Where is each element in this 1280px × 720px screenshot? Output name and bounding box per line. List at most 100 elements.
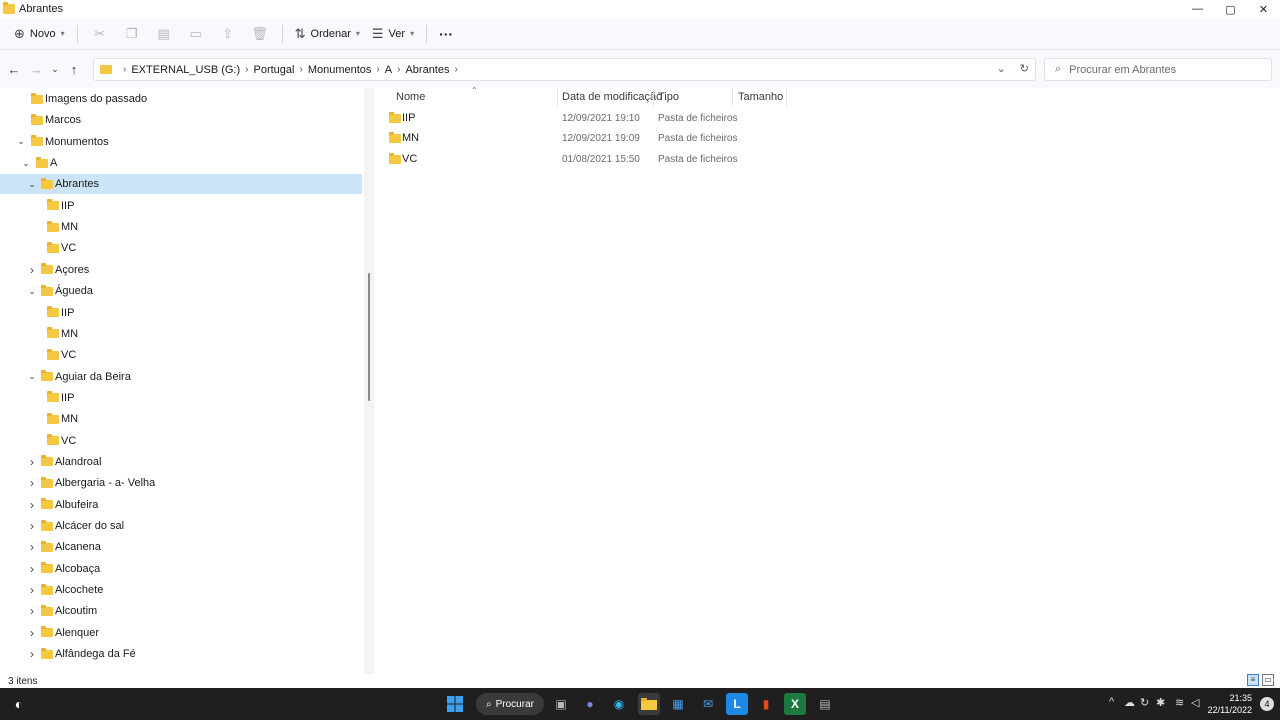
view-button[interactable]: ☰ Ver ▾ [366, 22, 420, 46]
office-icon[interactable]: ▮ [755, 693, 777, 715]
store-icon[interactable]: ▦ [667, 693, 689, 715]
chevron-down-icon[interactable]: ⌄ [997, 62, 1006, 75]
column-header-type[interactable]: Tipo [658, 88, 679, 106]
close-button[interactable]: ✕ [1247, 0, 1280, 18]
clock[interactable]: 21:35 22/11/2022 [1208, 692, 1252, 716]
rename-icon[interactable]: ▭ [180, 22, 212, 46]
paste-icon[interactable]: ▤ [148, 22, 180, 46]
chevron-right-icon[interactable]: › [27, 455, 37, 469]
chevron-down-icon[interactable]: ⌄ [27, 371, 37, 382]
start-icon[interactable] [444, 693, 466, 715]
tree-item[interactable]: › Açores [0, 260, 362, 280]
address-bar[interactable]: › EXTERNAL_USB (G:) › Portugal › Monumen… [93, 58, 1036, 81]
excel-icon[interactable]: X [784, 693, 806, 715]
breadcrumb-portugal[interactable]: Portugal [254, 64, 295, 76]
mail-icon[interactable]: ✉ [697, 693, 719, 715]
teams-icon[interactable]: ● [579, 693, 601, 715]
app-l-icon[interactable]: L [726, 693, 748, 715]
maximize-button[interactable]: ▢ [1214, 0, 1247, 18]
up-arrow-icon[interactable]: ↑ [63, 62, 85, 77]
tree-item[interactable]: › Albergaria - a- Velha [0, 473, 362, 493]
edge-icon[interactable]: ◉ [608, 693, 630, 715]
details-view-icon[interactable]: ≡ [1247, 674, 1259, 686]
tree-item[interactable]: MN [0, 324, 362, 344]
search-box[interactable]: ⌕ Procurar em Abrantes [1044, 58, 1272, 81]
chevron-right-icon[interactable]: › [245, 64, 248, 75]
tree-item[interactable]: MN [0, 217, 362, 237]
tree-item[interactable]: › Alcoutim [0, 601, 362, 621]
chevron-right-icon[interactable]: › [27, 626, 37, 640]
chevron-down-icon[interactable]: ⌄ [21, 158, 31, 169]
navigation-pane-scrollbar[interactable] [364, 88, 374, 674]
chevron-right-icon[interactable]: › [397, 64, 400, 75]
tree-item[interactable]: ⌄ Abrantes [0, 174, 362, 195]
column-divider[interactable] [653, 88, 654, 106]
tree-item[interactable]: IIP [0, 196, 362, 216]
tree-item[interactable]: MN [0, 409, 362, 429]
tree-item[interactable]: ⌄ Aguiar da Beira [0, 367, 362, 387]
breadcrumb-drive[interactable]: EXTERNAL_USB (G:) [131, 64, 240, 76]
tree-item[interactable]: › Alfândega da Fé [0, 644, 362, 664]
tree-item[interactable]: › Alcácer do sal [0, 516, 362, 536]
recent-locations-icon[interactable]: ⌄ [47, 64, 63, 75]
onedrive-icon[interactable]: ☁ [1124, 696, 1135, 709]
more-options-button[interactable]: ··· [433, 22, 459, 46]
chevron-right-icon[interactable]: › [27, 604, 37, 618]
chevron-down-icon[interactable]: ⌄ [27, 286, 37, 297]
bluetooth-icon[interactable]: ✱ [1156, 696, 1165, 709]
refresh-icon[interactable]: ↻ [1020, 62, 1029, 75]
forward-arrow-icon[interactable]: → [25, 62, 47, 77]
calculator-icon[interactable]: ▤ [814, 693, 836, 715]
chevron-right-icon[interactable]: › [27, 540, 37, 554]
tree-item[interactable]: ⌄ Águeda [0, 281, 362, 301]
chevron-right-icon[interactable]: › [27, 498, 37, 512]
file-row[interactable]: MN 12/09/2021 19:09 Pasta de ficheiros [388, 128, 1268, 148]
chevron-right-icon[interactable]: › [27, 263, 37, 277]
new-button[interactable]: ⊕ Novo ▾ [8, 22, 71, 46]
tree-item[interactable]: › Alcochete [0, 580, 362, 600]
weather-icon[interactable]: ◐ [8, 693, 30, 715]
tree-item[interactable]: ⌄ A [0, 153, 362, 173]
chevron-up-icon[interactable]: ^ [1109, 696, 1114, 708]
chevron-down-icon[interactable]: ⌄ [16, 136, 26, 147]
file-row[interactable]: VC 01/08/2021 15:50 Pasta de ficheiros [388, 149, 1268, 169]
breadcrumb-monumentos[interactable]: Monumentos [308, 64, 372, 76]
scrollbar-thumb[interactable] [368, 273, 370, 401]
copy-icon[interactable]: ❐ [116, 22, 148, 46]
column-divider[interactable] [786, 88, 787, 106]
chevron-right-icon[interactable]: › [27, 647, 37, 661]
tree-item[interactable]: Imagens do passado [0, 89, 362, 109]
sort-button[interactable]: ⇅ Ordenar ▾ [289, 22, 366, 46]
tree-item[interactable]: ⌄ Monumentos [0, 132, 362, 152]
delete-icon[interactable]: 🗑 [244, 22, 276, 46]
column-header-date[interactable]: Data de modificação [562, 88, 662, 106]
chevron-right-icon[interactable]: › [376, 64, 379, 75]
tree-item[interactable]: › Albufeira [0, 495, 362, 515]
breadcrumb-a[interactable]: A [385, 64, 392, 76]
file-row[interactable]: IIP 12/09/2021 19:10 Pasta de ficheiros [388, 108, 1268, 128]
column-divider[interactable] [557, 88, 558, 106]
chevron-down-icon[interactable]: ⌄ [27, 179, 37, 190]
tree-item[interactable]: › Alcobaça [0, 559, 362, 579]
volume-icon[interactable]: ◁ [1191, 696, 1199, 709]
cut-icon[interactable]: ✂ [84, 22, 116, 46]
tree-item[interactable]: › Alenquer [0, 623, 362, 643]
share-icon[interactable]: ⇪ [212, 22, 244, 46]
tree-item[interactable]: IIP [0, 303, 362, 323]
sync-icon[interactable]: ↻ [1140, 696, 1149, 709]
back-arrow-icon[interactable]: ← [3, 62, 25, 77]
tree-item[interactable]: VC [0, 345, 362, 365]
tree-item[interactable]: VC [0, 431, 362, 451]
chevron-right-icon[interactable]: › [27, 562, 37, 576]
chevron-right-icon[interactable]: › [27, 583, 37, 597]
column-divider[interactable] [732, 88, 733, 106]
file-explorer-icon[interactable] [638, 693, 660, 715]
taskbar-search[interactable]: ⌕ Procurar [476, 693, 544, 715]
wifi-icon[interactable]: ≋ [1175, 696, 1184, 709]
tree-item[interactable]: Marcos [0, 110, 362, 130]
chevron-right-icon[interactable]: › [27, 476, 37, 490]
breadcrumb-abrantes[interactable]: Abrantes [405, 64, 449, 76]
chevron-right-icon[interactable]: › [27, 519, 37, 533]
chevron-right-icon[interactable]: › [454, 64, 457, 75]
task-view-icon[interactable]: ▣ [550, 693, 572, 715]
